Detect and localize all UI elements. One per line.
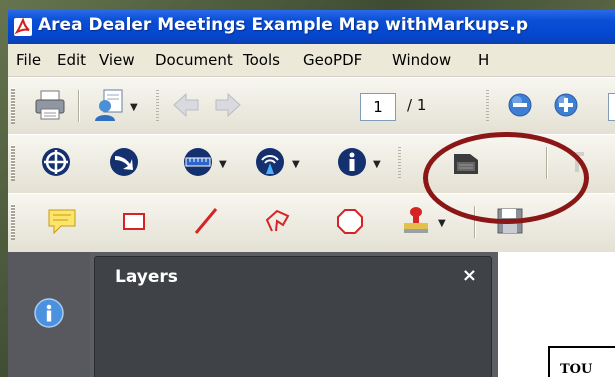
measure-ruler-button[interactable] [180,144,216,180]
menu-document[interactable]: Document [155,51,233,69]
chevron-down-icon[interactable]: ▼ [292,159,300,170]
toolbar-grip[interactable] [11,88,15,124]
polygon-icon [337,209,363,234]
stamp-icon [404,207,428,233]
workspace: Layers × TOU [8,252,615,377]
layers-panel-title: Layers [115,267,178,287]
gps-signal-button[interactable] [252,144,288,180]
layers-panel: Layers × [94,256,492,377]
highlight-ring [423,132,589,224]
stamp-button[interactable] [398,203,434,239]
separator [78,90,80,122]
document-properties-icon [95,89,123,121]
menu-view[interactable]: View [99,51,135,69]
menu-tools[interactable]: Tools [243,51,280,69]
globe-crosshair-button[interactable] [38,144,74,180]
measure-ruler-icon [184,148,212,176]
navigate-arrow-button[interactable] [106,144,142,180]
toolbar-grip[interactable] [11,204,15,240]
zoom-in-icon [554,93,578,117]
menu-geopdf[interactable]: GeoPDF [303,51,362,69]
zoom-out-icon [508,93,532,117]
previous-page-icon [173,92,199,118]
pdf-app-icon[interactable] [14,18,32,36]
document-view[interactable]: TOU [498,252,615,377]
gps-signal-icon [256,148,284,176]
comment-note-icon [48,209,76,235]
info-icon [338,148,366,176]
polygon-line-icon [265,209,290,232]
page-number-input[interactable]: 1 [360,93,396,121]
print-icon [35,90,65,120]
previous-page-button[interactable] [168,87,204,123]
menu-edit[interactable]: Edit [57,51,86,69]
chevron-down-icon[interactable]: ▼ [438,218,446,229]
comment-note-button[interactable] [44,203,80,239]
close-icon[interactable]: × [462,265,477,286]
toolbar-file: ▼ 1 / 1 [8,77,615,135]
page-total: / 1 [407,96,427,114]
line-markup-icon [194,208,218,234]
rectangle-markup-icon [123,213,145,230]
navigation-pane-strip [8,252,90,377]
next-page-icon [215,92,241,118]
zoom-level-input[interactable] [608,93,615,121]
document-properties-button[interactable] [92,87,128,123]
screenshot-background: Area Dealer Meetings Example Map withMar… [0,0,615,377]
chevron-down-icon[interactable]: ▼ [219,159,227,170]
next-page-button[interactable] [210,87,246,123]
line-markup-button[interactable] [188,203,224,239]
title-bar[interactable]: Area Dealer Meetings Example Map withMar… [8,10,615,44]
menu-help[interactable]: H [478,51,489,69]
menu-file[interactable]: File [16,51,41,69]
chevron-down-icon[interactable]: ▼ [130,102,138,113]
polygon-line-button[interactable] [260,203,296,239]
globe-crosshair-icon [42,148,70,176]
chevron-down-icon[interactable]: ▼ [373,159,381,170]
window-title: Area Dealer Meetings Example Map withMar… [38,15,529,35]
menu-window[interactable]: Window [392,51,451,69]
document-frame: TOU [548,346,615,377]
separator [486,90,489,122]
separator [398,147,401,179]
navigate-arrow-icon [110,148,138,176]
separator [156,90,159,122]
menu-bar: File Edit View Document Tools GeoPDF Win… [8,44,615,77]
info-button[interactable] [334,144,370,180]
rectangle-markup-button[interactable] [116,203,152,239]
info-icon[interactable] [34,298,64,328]
zoom-in-button[interactable] [548,87,584,123]
toolbar-grip[interactable] [11,145,15,181]
zoom-out-button[interactable] [502,87,538,123]
document-text: TOU [560,362,593,377]
print-button[interactable] [32,87,68,123]
polygon-button[interactable] [332,203,368,239]
